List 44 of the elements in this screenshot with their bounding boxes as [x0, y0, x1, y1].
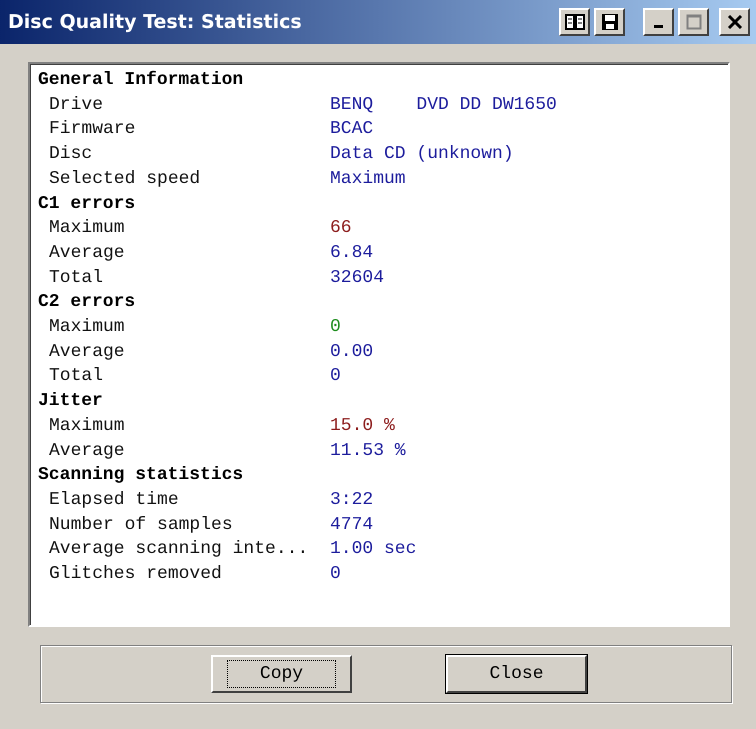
section-heading: C2 errors: [38, 291, 136, 314]
stat-label: Maximum: [49, 416, 125, 436]
minimize-icon[interactable]: [643, 8, 674, 36]
stat-label: Elapsed time: [49, 490, 179, 510]
stat-value: 6.84: [330, 242, 374, 265]
stat-value: 0: [330, 365, 341, 388]
close-icon[interactable]: [719, 8, 750, 36]
stat-value: 15.0 %: [330, 414, 395, 438]
stat-label: Total: [49, 366, 104, 386]
stat-label: Firmware: [49, 119, 136, 140]
book-icon[interactable]: [559, 8, 590, 36]
copy-button[interactable]: Copy: [211, 655, 352, 693]
stat-label: Glitches removed: [49, 564, 222, 584]
close-button[interactable]: Close: [446, 655, 587, 693]
stat-value: 4774: [330, 514, 374, 537]
stat-label: Number of samples: [49, 514, 233, 535]
stat-value: 11.53 %: [330, 440, 406, 463]
stat-value: 0: [330, 316, 341, 340]
stat-value: BENQ DVD DD DW1650: [330, 94, 557, 117]
stat-label: Selected speed: [49, 168, 200, 189]
window-title: Disc Quality Test: Statistics: [8, 11, 302, 33]
stat-value: 1.00 sec: [330, 538, 416, 562]
maximize-icon[interactable]: [678, 8, 709, 36]
stat-label: Drive: [49, 94, 104, 115]
stat-value: 0.00: [330, 340, 374, 364]
section-heading: Scanning statistics: [38, 464, 244, 488]
section-heading: General Information: [38, 69, 244, 92]
stat-value: 66: [330, 217, 352, 240]
stat-label: Average: [49, 440, 125, 461]
stat-label: Total: [49, 268, 104, 288]
stat-label: Disc: [49, 144, 92, 164]
stat-value: 0: [330, 563, 341, 586]
stat-label: Average: [49, 242, 125, 263]
stat-label: Maximum: [49, 218, 125, 238]
stat-label: Average: [49, 342, 125, 362]
stat-value: 32604: [330, 266, 384, 290]
stat-value: 3:22: [330, 488, 374, 512]
stat-value: Data CD (unknown): [330, 143, 514, 166]
stat-label: Maximum: [49, 317, 125, 338]
section-heading: C1 errors: [38, 192, 136, 216]
stat-label: Average scanning inte...: [49, 539, 308, 560]
section-heading: Jitter: [38, 390, 103, 414]
stat-value: Maximum: [330, 168, 406, 191]
stat-value: BCAC: [330, 118, 374, 142]
